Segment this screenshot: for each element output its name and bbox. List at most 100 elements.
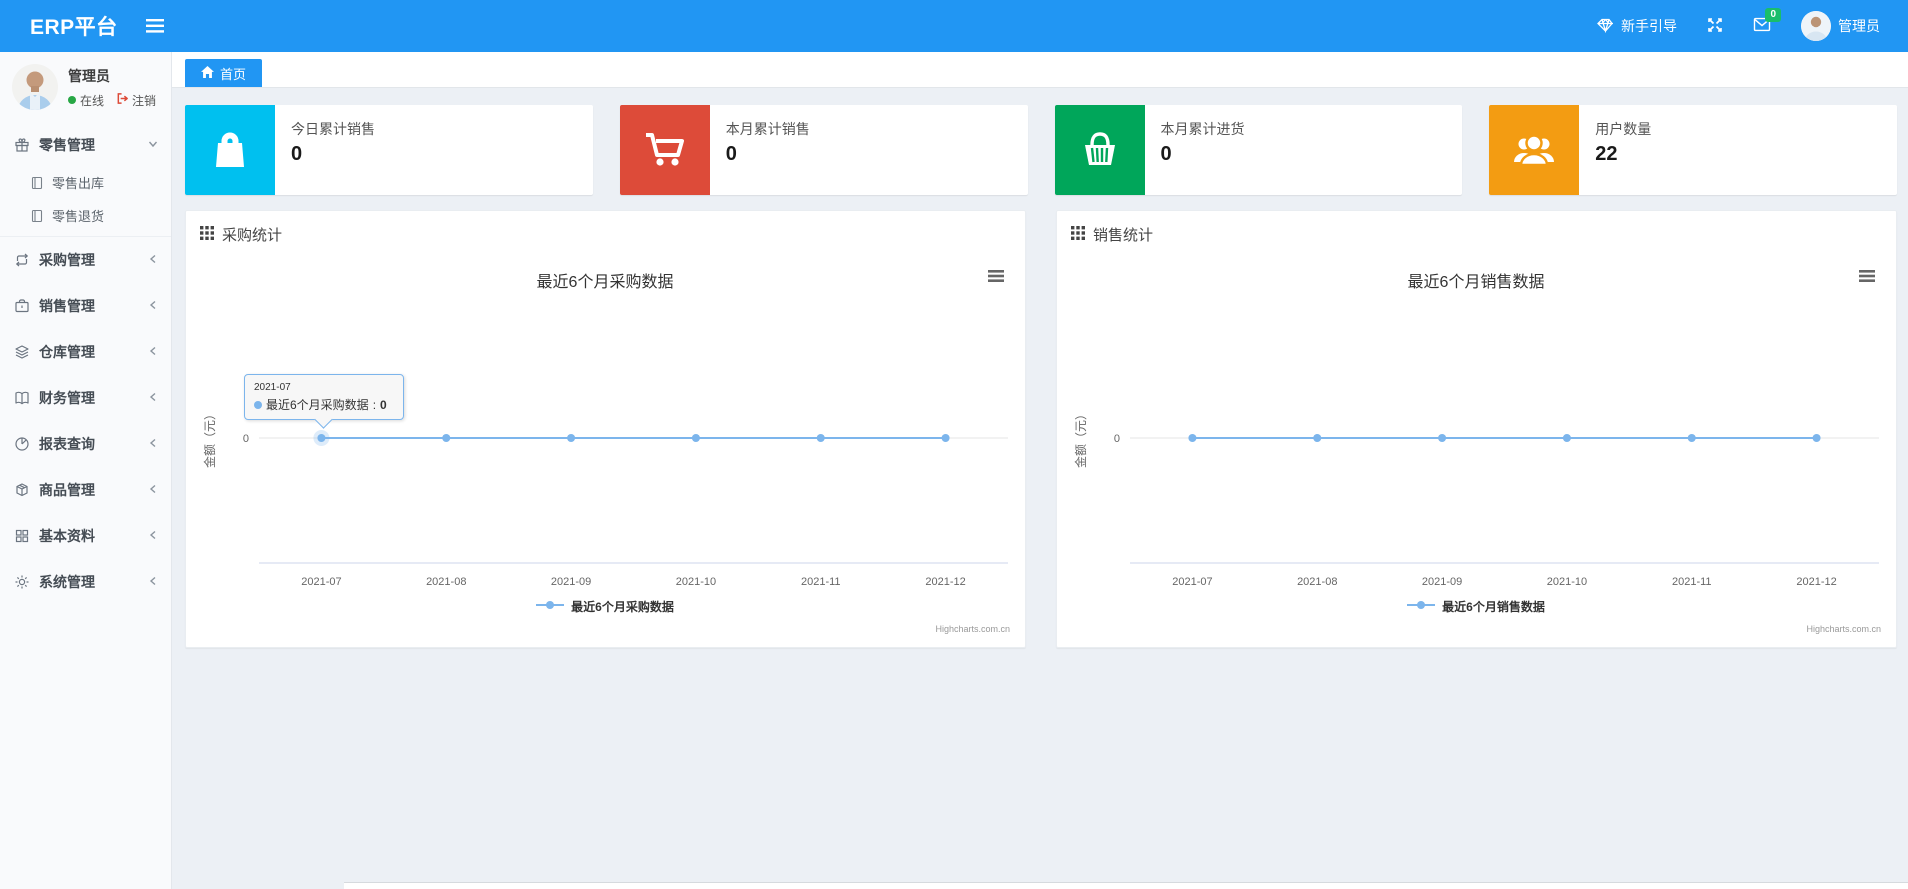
briefcase-icon bbox=[14, 298, 30, 314]
online-status-label: 在线 bbox=[80, 93, 105, 108]
tooltip-date: 2021-07 bbox=[254, 382, 291, 393]
stat-card-today-sales: 今日累计销售 0 bbox=[185, 105, 593, 195]
svg-text:金额（元）: 金额（元） bbox=[202, 408, 217, 468]
file-icon bbox=[30, 176, 44, 190]
sidebar-item-label: 商品管理 bbox=[39, 482, 95, 498]
svg-text:2021-12: 2021-12 bbox=[925, 576, 965, 588]
shopping-bag-icon bbox=[185, 105, 275, 195]
svg-text:金额（元）: 金额（元） bbox=[1073, 408, 1088, 468]
card-value: 0 bbox=[725, 143, 737, 165]
sidebar-item-label: 零售退货 bbox=[52, 209, 105, 224]
sales-chart: 最近6个月销售数据 0 金额（元） 2021-07 2021-08 2021-09 202… bbox=[1057, 254, 1895, 648]
guide-button[interactable]: 新手引导 bbox=[1597, 16, 1677, 36]
layers-icon bbox=[14, 344, 30, 360]
sidebar-item-label: 零售管理 bbox=[39, 137, 95, 153]
series-marker-icon bbox=[254, 400, 262, 409]
users-icon bbox=[1489, 105, 1580, 195]
sales-stats-panel: 销售统计 最近6个月销售数据 0 金额（元） 2021-07 2021-08 2021-… bbox=[1056, 210, 1897, 648]
sidebar-user-name: 管理员 bbox=[68, 67, 110, 84]
chevron-left-icon bbox=[147, 344, 159, 360]
tooltip-separator: : bbox=[372, 397, 377, 412]
chevron-left-icon bbox=[147, 298, 159, 314]
avatar bbox=[12, 64, 58, 110]
stat-cards-row: 今日累计销售 0 本月累计销售 0 本月累计进货 0 用户数量 22 bbox=[172, 88, 1908, 195]
sidebar-item-basic-data[interactable]: 基本资料 bbox=[0, 513, 171, 559]
sidebar-item-retail[interactable]: 零售管理 bbox=[0, 124, 171, 166]
panel-title: 销售统计 bbox=[1093, 227, 1154, 244]
diamond-icon bbox=[1597, 17, 1614, 36]
avatar bbox=[1801, 11, 1831, 41]
svg-text:0: 0 bbox=[1114, 433, 1120, 445]
legend-marker-icon bbox=[536, 599, 565, 614]
grid-icon bbox=[14, 528, 30, 544]
breadcrumb: 首页 bbox=[172, 52, 1908, 88]
panel-title: 采购统计 bbox=[222, 227, 283, 244]
sidebar-user-panel: 管理员 在线 注销 bbox=[0, 52, 171, 120]
sidebar-item-finance[interactable]: 财务管理 bbox=[0, 375, 171, 421]
purchase-stats-panel: 采购统计 最近6个月采购数据 0 金额（元） 2021-07 2021-08 2021-… bbox=[185, 210, 1026, 648]
sidebar-item-label: 销售管理 bbox=[39, 298, 95, 314]
svg-text:2021-07: 2021-07 bbox=[1172, 576, 1212, 588]
highcharts-credits-link[interactable]: Highcharts.com.cn bbox=[1806, 624, 1881, 634]
sidebar: 管理员 在线 注销 零售管理 零售出库 零售退货 采购管理 销售管理 仓库管理 … bbox=[0, 52, 172, 889]
message-count-badge: 0 bbox=[1765, 8, 1781, 22]
legend-item[interactable]: 最近6个月销售数据 bbox=[1057, 598, 1895, 615]
footer bbox=[344, 882, 1908, 889]
legend-label: 最近6个月销售数据 bbox=[1442, 600, 1545, 614]
legend-item[interactable]: 最近6个月采购数据 bbox=[186, 598, 1024, 615]
shopping-cart-icon bbox=[619, 105, 710, 195]
home-icon bbox=[201, 65, 214, 81]
hamburger-icon bbox=[145, 19, 164, 33]
chevron-left-icon bbox=[147, 482, 159, 498]
online-status-icon bbox=[68, 96, 76, 104]
sidebar-menu: 零售管理 零售出库 零售退货 采购管理 销售管理 仓库管理 财务管理 报表查询 … bbox=[0, 124, 171, 605]
svg-text:2021-08: 2021-08 bbox=[1297, 576, 1337, 588]
sidebar-item-retail-outbound[interactable]: 零售出库 bbox=[0, 166, 171, 199]
sidebar-item-warehouse[interactable]: 仓库管理 bbox=[0, 329, 171, 375]
sidebar-item-label: 系统管理 bbox=[39, 574, 95, 590]
purchase-line-plot: 0 金额（元） 2021-07 2021-08 2021-09 2021-10 2021-1… bbox=[202, 408, 1008, 588]
logout-button[interactable]: 注销 bbox=[116, 92, 156, 109]
purchase-chart: 最近6个月采购数据 0 金额（元） 2021-07 2021-08 2021-09 202… bbox=[186, 254, 1024, 648]
chevron-left-icon bbox=[147, 390, 159, 406]
highcharts-credits-link[interactable]: Highcharts.com.cn bbox=[935, 624, 1010, 634]
card-value: 0 bbox=[291, 143, 303, 165]
card-label: 用户数量 bbox=[1595, 121, 1652, 137]
book-icon bbox=[14, 390, 30, 406]
svg-text:2021-09: 2021-09 bbox=[551, 576, 591, 588]
card-label: 今日累计销售 bbox=[291, 121, 375, 137]
messages-button[interactable]: 0 bbox=[1753, 8, 1781, 35]
fullscreen-button[interactable] bbox=[1707, 17, 1723, 36]
chevron-left-icon bbox=[147, 528, 159, 544]
user-label: 管理员 bbox=[1838, 18, 1880, 34]
sidebar-toggle-button[interactable] bbox=[140, 13, 170, 39]
sidebar-item-label: 采购管理 bbox=[39, 252, 95, 268]
stat-card-month-sales: 本月累计销售 0 bbox=[619, 105, 1028, 195]
svg-text:2021-10: 2021-10 bbox=[1547, 576, 1587, 588]
sidebar-item-sales[interactable]: 销售管理 bbox=[0, 283, 171, 329]
box-icon bbox=[14, 482, 30, 498]
sidebar-item-label: 基本资料 bbox=[39, 528, 95, 544]
expand-arrows-icon bbox=[1707, 17, 1723, 36]
card-value: 22 bbox=[1595, 143, 1618, 165]
stat-card-user-count: 用户数量 22 bbox=[1489, 105, 1897, 195]
svg-text:2021-10: 2021-10 bbox=[676, 576, 716, 588]
sidebar-item-system[interactable]: 系统管理 bbox=[0, 559, 171, 605]
sidebar-item-reports[interactable]: 报表查询 bbox=[0, 421, 171, 467]
sidebar-item-purchasing[interactable]: 采购管理 bbox=[0, 237, 171, 283]
app-header: ERP平台 新手引导 0 管理员 bbox=[0, 0, 1908, 52]
sign-out-icon bbox=[116, 92, 129, 108]
sidebar-item-label: 报表查询 bbox=[39, 436, 95, 452]
main-content: 首页 今日累计销售 0 本月累计销售 0 本月累计进货 0 用户数量 22 采购… bbox=[172, 52, 1908, 889]
chart-panels-row: 采购统计 最近6个月采购数据 0 金额（元） 2021-07 2021-08 2021-… bbox=[172, 195, 1908, 648]
sales-line-plot: 0 金额（元） 2021-07 2021-08 2021-09 2021-10 2021-1… bbox=[1073, 408, 1879, 588]
repeat-icon bbox=[14, 252, 30, 268]
file-icon bbox=[30, 209, 44, 223]
tab-home[interactable]: 首页 bbox=[185, 59, 263, 87]
user-menu[interactable]: 管理员 bbox=[1801, 11, 1880, 41]
sidebar-item-retail-returns[interactable]: 零售退货 bbox=[0, 199, 171, 232]
chart-tooltip: 2021-07 最近6个月采购数据: 0 bbox=[244, 374, 404, 420]
svg-text:2021-11: 2021-11 bbox=[801, 576, 841, 588]
chevron-left-icon bbox=[147, 574, 159, 590]
sidebar-item-products[interactable]: 商品管理 bbox=[0, 467, 171, 513]
